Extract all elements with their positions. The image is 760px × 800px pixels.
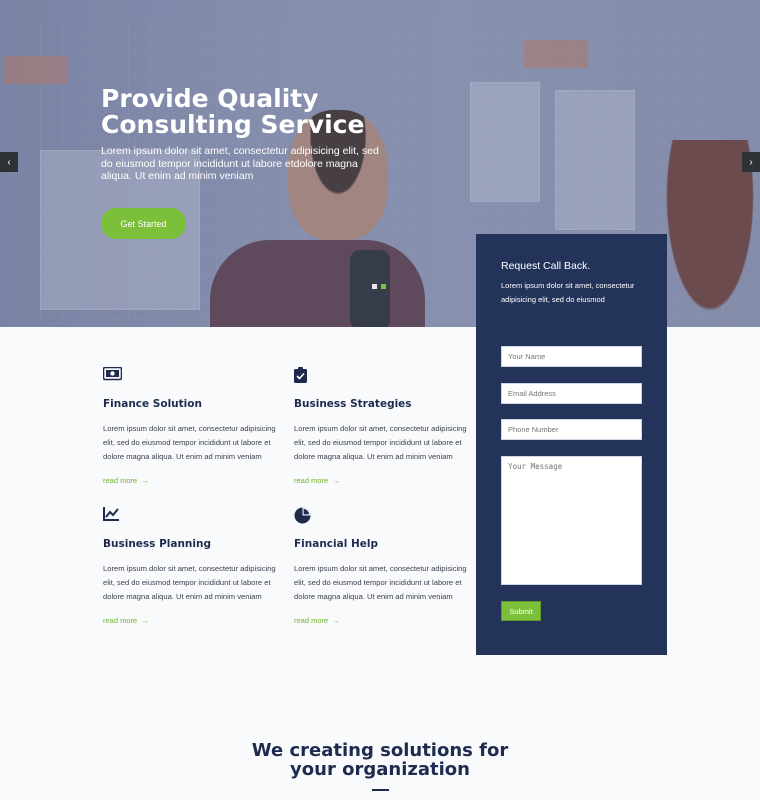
service-title: Finance Solution [103, 398, 202, 410]
read-more-link[interactable]: read more → [294, 616, 340, 625]
hero-description: Lorem ipsum dolor sit amet, consectetur … [101, 145, 379, 182]
slider-dot[interactable] [372, 284, 377, 289]
service-title: Business Planning [103, 538, 211, 550]
form-title: Request Call Back. [501, 260, 591, 272]
line-chart-icon [103, 507, 121, 525]
message-textarea[interactable] [501, 456, 642, 585]
service-description: Lorem ipsum dolor sit amet, consectetur … [103, 564, 276, 601]
service-title: Financial Help [294, 538, 378, 550]
chevron-right-icon: › [749, 156, 753, 168]
arrow-right-icon: → [332, 476, 340, 485]
slider-dot-active[interactable] [381, 284, 386, 289]
hero-title: Provide Quality Consulting Service [101, 84, 365, 139]
service-description: Lorem ipsum dolor sit amet, consectetur … [294, 424, 467, 461]
get-started-button[interactable]: Get Started [101, 208, 186, 239]
slider-dots [372, 284, 386, 289]
pie-chart-icon [294, 507, 312, 525]
form-subtitle: Lorem ipsum dolor sit amet, consectetur … [501, 281, 635, 304]
section-title: We creating solutions for your organizat… [251, 740, 509, 780]
callback-form-panel: Request Call Back. Lorem ipsum dolor sit… [476, 234, 667, 655]
chevron-left-icon: ‹ [7, 156, 11, 168]
arrow-right-icon: → [141, 476, 149, 485]
phone-input[interactable] [501, 419, 642, 440]
clipboard-check-icon [294, 367, 312, 385]
read-more-link[interactable]: read more → [103, 616, 149, 625]
service-card: Financial Help Lorem ipsum dolor sit ame… [294, 507, 469, 628]
service-card: Business Strategies Lorem ipsum dolor si… [294, 367, 469, 488]
arrow-right-icon: → [332, 616, 340, 625]
service-description: Lorem ipsum dolor sit amet, consectetur … [103, 424, 276, 461]
email-input[interactable] [501, 383, 642, 404]
slider-prev-button[interactable]: ‹ [0, 152, 18, 172]
money-icon [102, 366, 123, 385]
title-divider [372, 789, 389, 791]
service-description: Lorem ipsum dolor sit amet, consectetur … [294, 564, 467, 601]
service-card: Business Planning Lorem ipsum dolor sit … [103, 507, 278, 628]
read-more-link[interactable]: read more → [294, 476, 340, 485]
slider-next-button[interactable]: › [742, 152, 760, 172]
arrow-right-icon: → [141, 616, 149, 625]
service-title: Business Strategies [294, 398, 412, 410]
service-card: Finance Solution Lorem ipsum dolor sit a… [102, 366, 278, 488]
read-more-link[interactable]: read more → [103, 476, 149, 485]
name-input[interactable] [501, 346, 642, 367]
submit-button[interactable]: Submit [501, 601, 541, 621]
